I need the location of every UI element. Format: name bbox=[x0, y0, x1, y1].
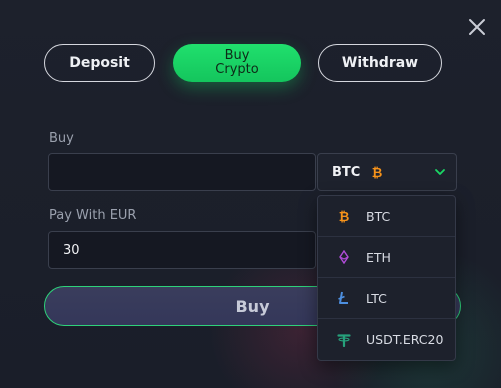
currency-option-label: USDT.ERC20 bbox=[366, 332, 444, 347]
currency-select-value: BTC bbox=[332, 164, 361, 180]
tab-withdraw-label: Withdraw bbox=[341, 55, 419, 71]
currency-option-label: LTC bbox=[366, 290, 387, 306]
svg-text:₿: ₿ bbox=[372, 166, 383, 179]
svg-text:₿: ₿ bbox=[339, 210, 350, 223]
currency-option-ltc[interactable]: LTC bbox=[318, 278, 455, 319]
tab-buy-crypto[interactable]: Buy Crypto bbox=[173, 44, 301, 82]
currency-select[interactable]: BTC ₿ bbox=[317, 153, 457, 191]
currency-dropdown-menu: ₿ BTC ETH LTC USDT.ERC20 bbox=[317, 195, 456, 361]
pay-amount-input[interactable]: 30 bbox=[48, 231, 316, 269]
bitcoin-icon: ₿ bbox=[339, 210, 350, 223]
buy-amount-input[interactable] bbox=[48, 153, 316, 191]
litecoin-icon bbox=[338, 291, 348, 304]
close-icon bbox=[469, 19, 485, 35]
currency-option-label: BTC bbox=[366, 208, 391, 224]
currency-option-usdt[interactable]: USDT.ERC20 bbox=[318, 319, 455, 360]
currency-option-label: ETH bbox=[366, 249, 391, 265]
currency-option-eth[interactable]: ETH bbox=[318, 237, 455, 278]
ethereum-icon bbox=[339, 250, 349, 264]
currency-option-btc[interactable]: ₿ BTC bbox=[318, 196, 455, 237]
tab-deposit-label: Deposit bbox=[69, 55, 130, 71]
tab-buy-crypto-label: Buy Crypto bbox=[215, 48, 259, 77]
close-button[interactable] bbox=[466, 16, 488, 38]
bitcoin-icon: ₿ bbox=[372, 166, 383, 179]
pay-amount-label: Pay With EUR bbox=[49, 208, 137, 223]
tether-icon bbox=[337, 333, 351, 347]
buy-amount-label: Buy bbox=[49, 131, 74, 146]
tab-deposit[interactable]: Deposit bbox=[44, 44, 155, 82]
tab-withdraw[interactable]: Withdraw bbox=[318, 44, 442, 82]
chevron-down-icon bbox=[435, 169, 445, 175]
buy-button-label: Buy bbox=[235, 296, 270, 316]
